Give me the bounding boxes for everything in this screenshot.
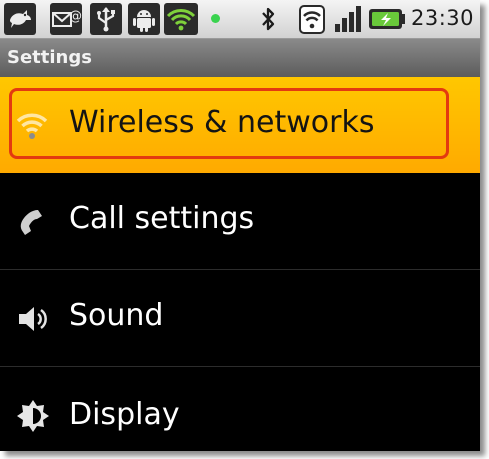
usb-icon[interactable] (90, 3, 122, 35)
settings-item-display[interactable]: Display (0, 367, 480, 451)
settings-item-label: Sound (69, 298, 164, 333)
wifi-icon (297, 3, 327, 35)
status-bar: @ 23:30 (0, 0, 480, 39)
page-title: Settings (7, 47, 92, 68)
phone-screen: @ 23:30 Settings Wireless & networks Cal… (0, 0, 480, 451)
clock: 23:30 (411, 6, 475, 30)
settings-item-label: Display (69, 397, 180, 432)
twitter-bird-icon[interactable] (4, 3, 36, 35)
settings-item-wireless-networks[interactable]: Wireless & networks (0, 77, 480, 173)
settings-item-sound[interactable]: Sound (0, 270, 480, 367)
settings-item-label: Call settings (69, 201, 255, 236)
brightness-icon (15, 398, 51, 438)
battery-charging-icon (367, 3, 407, 35)
wifi-notification-icon[interactable] (164, 3, 198, 35)
svg-text:@: @ (69, 9, 82, 24)
led-indicator-icon (211, 14, 220, 23)
wifi-icon (15, 106, 49, 146)
settings-list: Wireless & networks Call settings Sound (0, 77, 480, 451)
settings-item-label: Wireless & networks (69, 105, 375, 140)
settings-item-call-settings[interactable]: Call settings (0, 173, 480, 270)
bluetooth-icon (258, 3, 278, 35)
phone-icon (15, 206, 49, 244)
speaker-icon (16, 302, 50, 340)
android-debug-icon[interactable] (128, 3, 160, 35)
title-bar: Settings (0, 39, 480, 77)
email-icon[interactable]: @ (50, 3, 82, 35)
signal-strength-icon (333, 3, 363, 35)
